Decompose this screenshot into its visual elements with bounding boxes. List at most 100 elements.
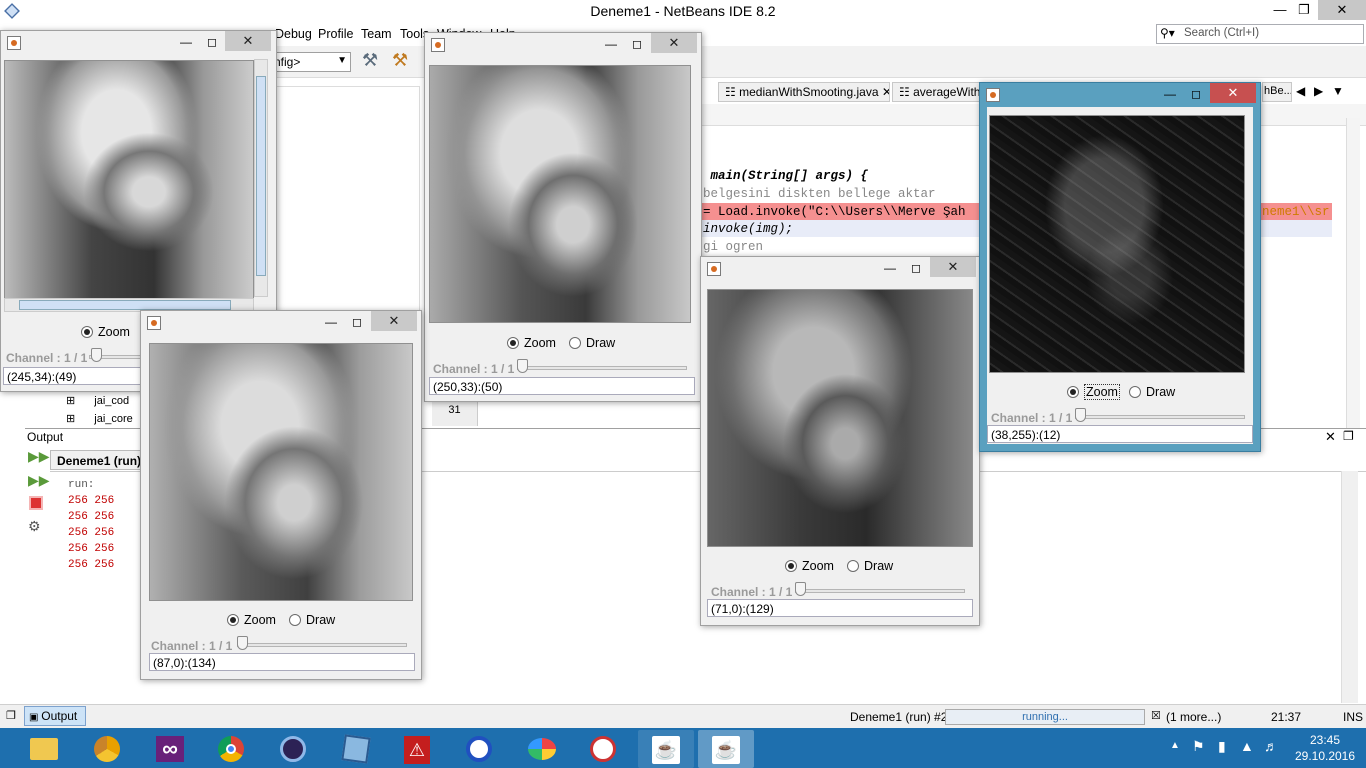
lena-image[interactable]	[707, 289, 973, 547]
slider-thumb[interactable]	[91, 348, 102, 362]
volume-icon[interactable]: ♬	[1264, 738, 1278, 754]
channel-slider[interactable]	[795, 589, 965, 593]
draw-radio[interactable]: Draw	[289, 613, 335, 627]
draw-radio[interactable]: Draw	[1129, 385, 1175, 399]
zoom-radio[interactable]: Zoom	[227, 613, 276, 627]
rerun-icon[interactable]: ▶▶	[28, 448, 50, 465]
tab-scroll-right-icon[interactable]: ▶	[1314, 84, 1323, 98]
code-line-invoke[interactable]: invoke(img);	[703, 221, 793, 238]
output-scrollbar[interactable]	[1341, 471, 1358, 703]
maximize-button[interactable]: ◻	[903, 258, 929, 278]
zoom-radio[interactable]: Zoom	[785, 559, 834, 573]
close-button[interactable]: ✕	[371, 311, 417, 331]
maximize-button[interactable]: ◻	[199, 32, 225, 52]
minimize-button[interactable]: —	[1157, 84, 1183, 104]
close-button[interactable]: ✕	[651, 33, 697, 53]
config-combo-value: nfig>	[274, 55, 301, 69]
viewer-title-bar: — ◻ ✕	[980, 83, 1260, 107]
lena-image[interactable]	[149, 343, 413, 601]
maximize-button[interactable]: ◻	[1183, 84, 1209, 104]
draw-radio[interactable]: Draw	[847, 559, 893, 573]
signal-icon[interactable]: ▲	[1240, 738, 1254, 754]
build-hammer-icon[interactable]: ⚒	[362, 50, 382, 72]
eclipse-icon[interactable]	[266, 730, 322, 768]
image-viewer-filtered-c[interactable]: — ◻ ✕ Zoom Draw Channel : 1 / 1 (71,0):(…	[700, 256, 980, 626]
search-field[interactable]: ⚲▾ Search (Ctrl+I)	[1156, 24, 1364, 44]
stop-icon[interactable]	[29, 496, 43, 510]
draw-label: Draw	[864, 559, 894, 573]
maximize-button[interactable]: ◻	[344, 312, 370, 332]
chrome-icon[interactable]	[204, 730, 260, 768]
show-hidden-icons-icon[interactable]: ▲	[1170, 740, 1180, 751]
tab-average-with-smoothing[interactable]: ☷ averageWithS	[892, 82, 982, 102]
more-processes-link[interactable]: (1 more...)	[1166, 710, 1221, 724]
zoom-radio[interactable]: Zoom	[507, 336, 556, 350]
slider-thumb[interactable]	[795, 582, 806, 596]
restore-window-icon[interactable]: ❐	[6, 709, 16, 722]
ncss-icon[interactable]	[452, 730, 508, 768]
java-icon[interactable]: ☕	[698, 730, 754, 768]
viewer-title-bar: — ◻ ✕	[701, 257, 979, 281]
paint-icon[interactable]	[514, 730, 570, 768]
lena-image[interactable]	[4, 60, 254, 300]
code-line-load[interactable]: = Load.invoke("C:\\Users\\Merve Şah	[703, 204, 966, 221]
tab-scroll-left-icon[interactable]: ◀	[1296, 84, 1305, 98]
close-icon[interactable]: ✕	[882, 85, 889, 99]
maximize-button[interactable]: ◻	[624, 34, 650, 54]
tab-list-icon[interactable]: ▼	[1332, 84, 1344, 98]
output-window-button[interactable]: ▣ Output	[24, 706, 86, 726]
file-explorer-icon[interactable]	[16, 730, 72, 768]
minimize-button[interactable]: —	[318, 312, 344, 332]
lena-image[interactable]	[989, 115, 1245, 373]
image-viewer-filtered-a[interactable]: — ◻ ✕ Zoom Draw Channel : 1 / 1 (250,33)…	[424, 32, 702, 402]
chrome-canary-icon[interactable]	[80, 730, 136, 768]
visual-studio-icon[interactable]: ∞	[142, 730, 198, 768]
vertical-scrollbar[interactable]	[254, 59, 268, 297]
close-button[interactable]: ✕	[930, 257, 976, 277]
minimize-button[interactable]: —	[173, 32, 199, 52]
config-combo[interactable]: nfig> ▼	[270, 52, 351, 72]
restore-button[interactable]: ❐	[1290, 0, 1318, 20]
close-button[interactable]: ✕	[1318, 0, 1366, 20]
acrobat-icon[interactable]: ⚠	[390, 730, 446, 768]
lena-image[interactable]	[429, 65, 691, 323]
menu-team[interactable]: Team	[361, 27, 392, 41]
menu-debug[interactable]: Debug	[275, 27, 312, 41]
cancel-process-icon[interactable]: ☒	[1151, 709, 1161, 722]
image-viewer-edges[interactable]: — ◻ ✕ Zoom Draw Channel : 1 / 1 (38,255)…	[979, 82, 1261, 452]
zoom-radio[interactable]: Zoom	[81, 325, 130, 339]
slider-thumb[interactable]	[1075, 408, 1086, 422]
snipping-tool-icon[interactable]	[576, 730, 632, 768]
close-icon[interactable]: ✕	[1325, 429, 1336, 445]
minimize-button[interactable]: —	[598, 34, 624, 54]
tree-item-label: jai_core	[94, 413, 133, 425]
code-line-comment[interactable]: belgesini diskten bellege aktar	[703, 186, 936, 203]
code-line-main[interactable]: main(String[] args) {	[703, 168, 869, 185]
maximize-icon[interactable]: ❐	[1343, 429, 1354, 443]
flag-icon[interactable]: ⚑	[1192, 738, 1205, 755]
tree-item-jai-codec[interactable]: ⊞ jai_cod	[66, 394, 129, 407]
tab-more[interactable]: hBe...	[1262, 82, 1292, 102]
minimize-button[interactable]: —	[877, 258, 903, 278]
slider-thumb[interactable]	[237, 636, 248, 650]
rerun-with-params-icon[interactable]: ▶▶	[28, 472, 50, 489]
tab-median-with-smoothing[interactable]: ☷ medianWithSmooting.java ✕	[718, 82, 890, 102]
channel-slider[interactable]	[1075, 415, 1245, 419]
virtualbox-icon[interactable]	[328, 730, 384, 768]
slider-thumb[interactable]	[517, 359, 528, 373]
draw-radio[interactable]: Draw	[569, 336, 615, 350]
channel-slider[interactable]	[517, 366, 687, 370]
zoom-radio[interactable]: Zoom	[1067, 384, 1120, 400]
image-viewer-filtered-b[interactable]: — ◻ ✕ Zoom Draw Channel : 1 / 1 (87,0):(…	[140, 310, 422, 680]
tree-item-jai-core[interactable]: ⊞ jai_core	[66, 412, 133, 425]
channel-slider[interactable]	[237, 643, 407, 647]
close-button[interactable]: ✕	[1210, 83, 1256, 103]
settings-icon[interactable]: ⚙	[28, 518, 41, 535]
java-icon[interactable]: ☕	[638, 730, 694, 768]
clock[interactable]: 23:45 29.10.2016	[1290, 732, 1360, 764]
close-button[interactable]: ✕	[225, 31, 271, 51]
menu-profile[interactable]: Profile	[318, 27, 353, 41]
battery-icon[interactable]: ▮	[1218, 738, 1226, 755]
code-line-comment2[interactable]: gi ogren	[703, 239, 763, 256]
clean-build-icon[interactable]: ⚒	[392, 50, 414, 72]
